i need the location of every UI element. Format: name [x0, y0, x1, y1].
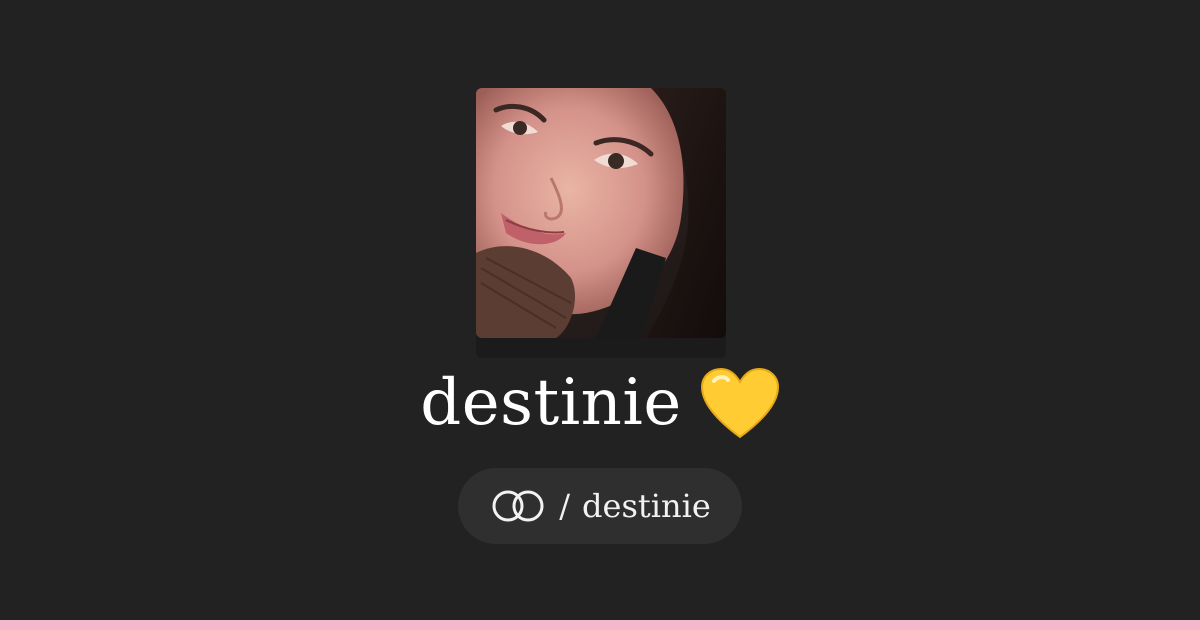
profile-photo [476, 88, 726, 338]
profile-title-row: destinie [0, 358, 1200, 448]
handle-separator: / [559, 487, 571, 525]
profile-avatar-container [476, 88, 726, 358]
profile-handle: destinie [582, 487, 711, 525]
bottom-accent-bar [0, 620, 1200, 630]
profile-name: destinie [420, 366, 682, 440]
yellow-heart-icon [700, 367, 779, 439]
profile-link-pill[interactable]: / destinie [458, 468, 742, 544]
linked-rings-icon [492, 490, 544, 522]
